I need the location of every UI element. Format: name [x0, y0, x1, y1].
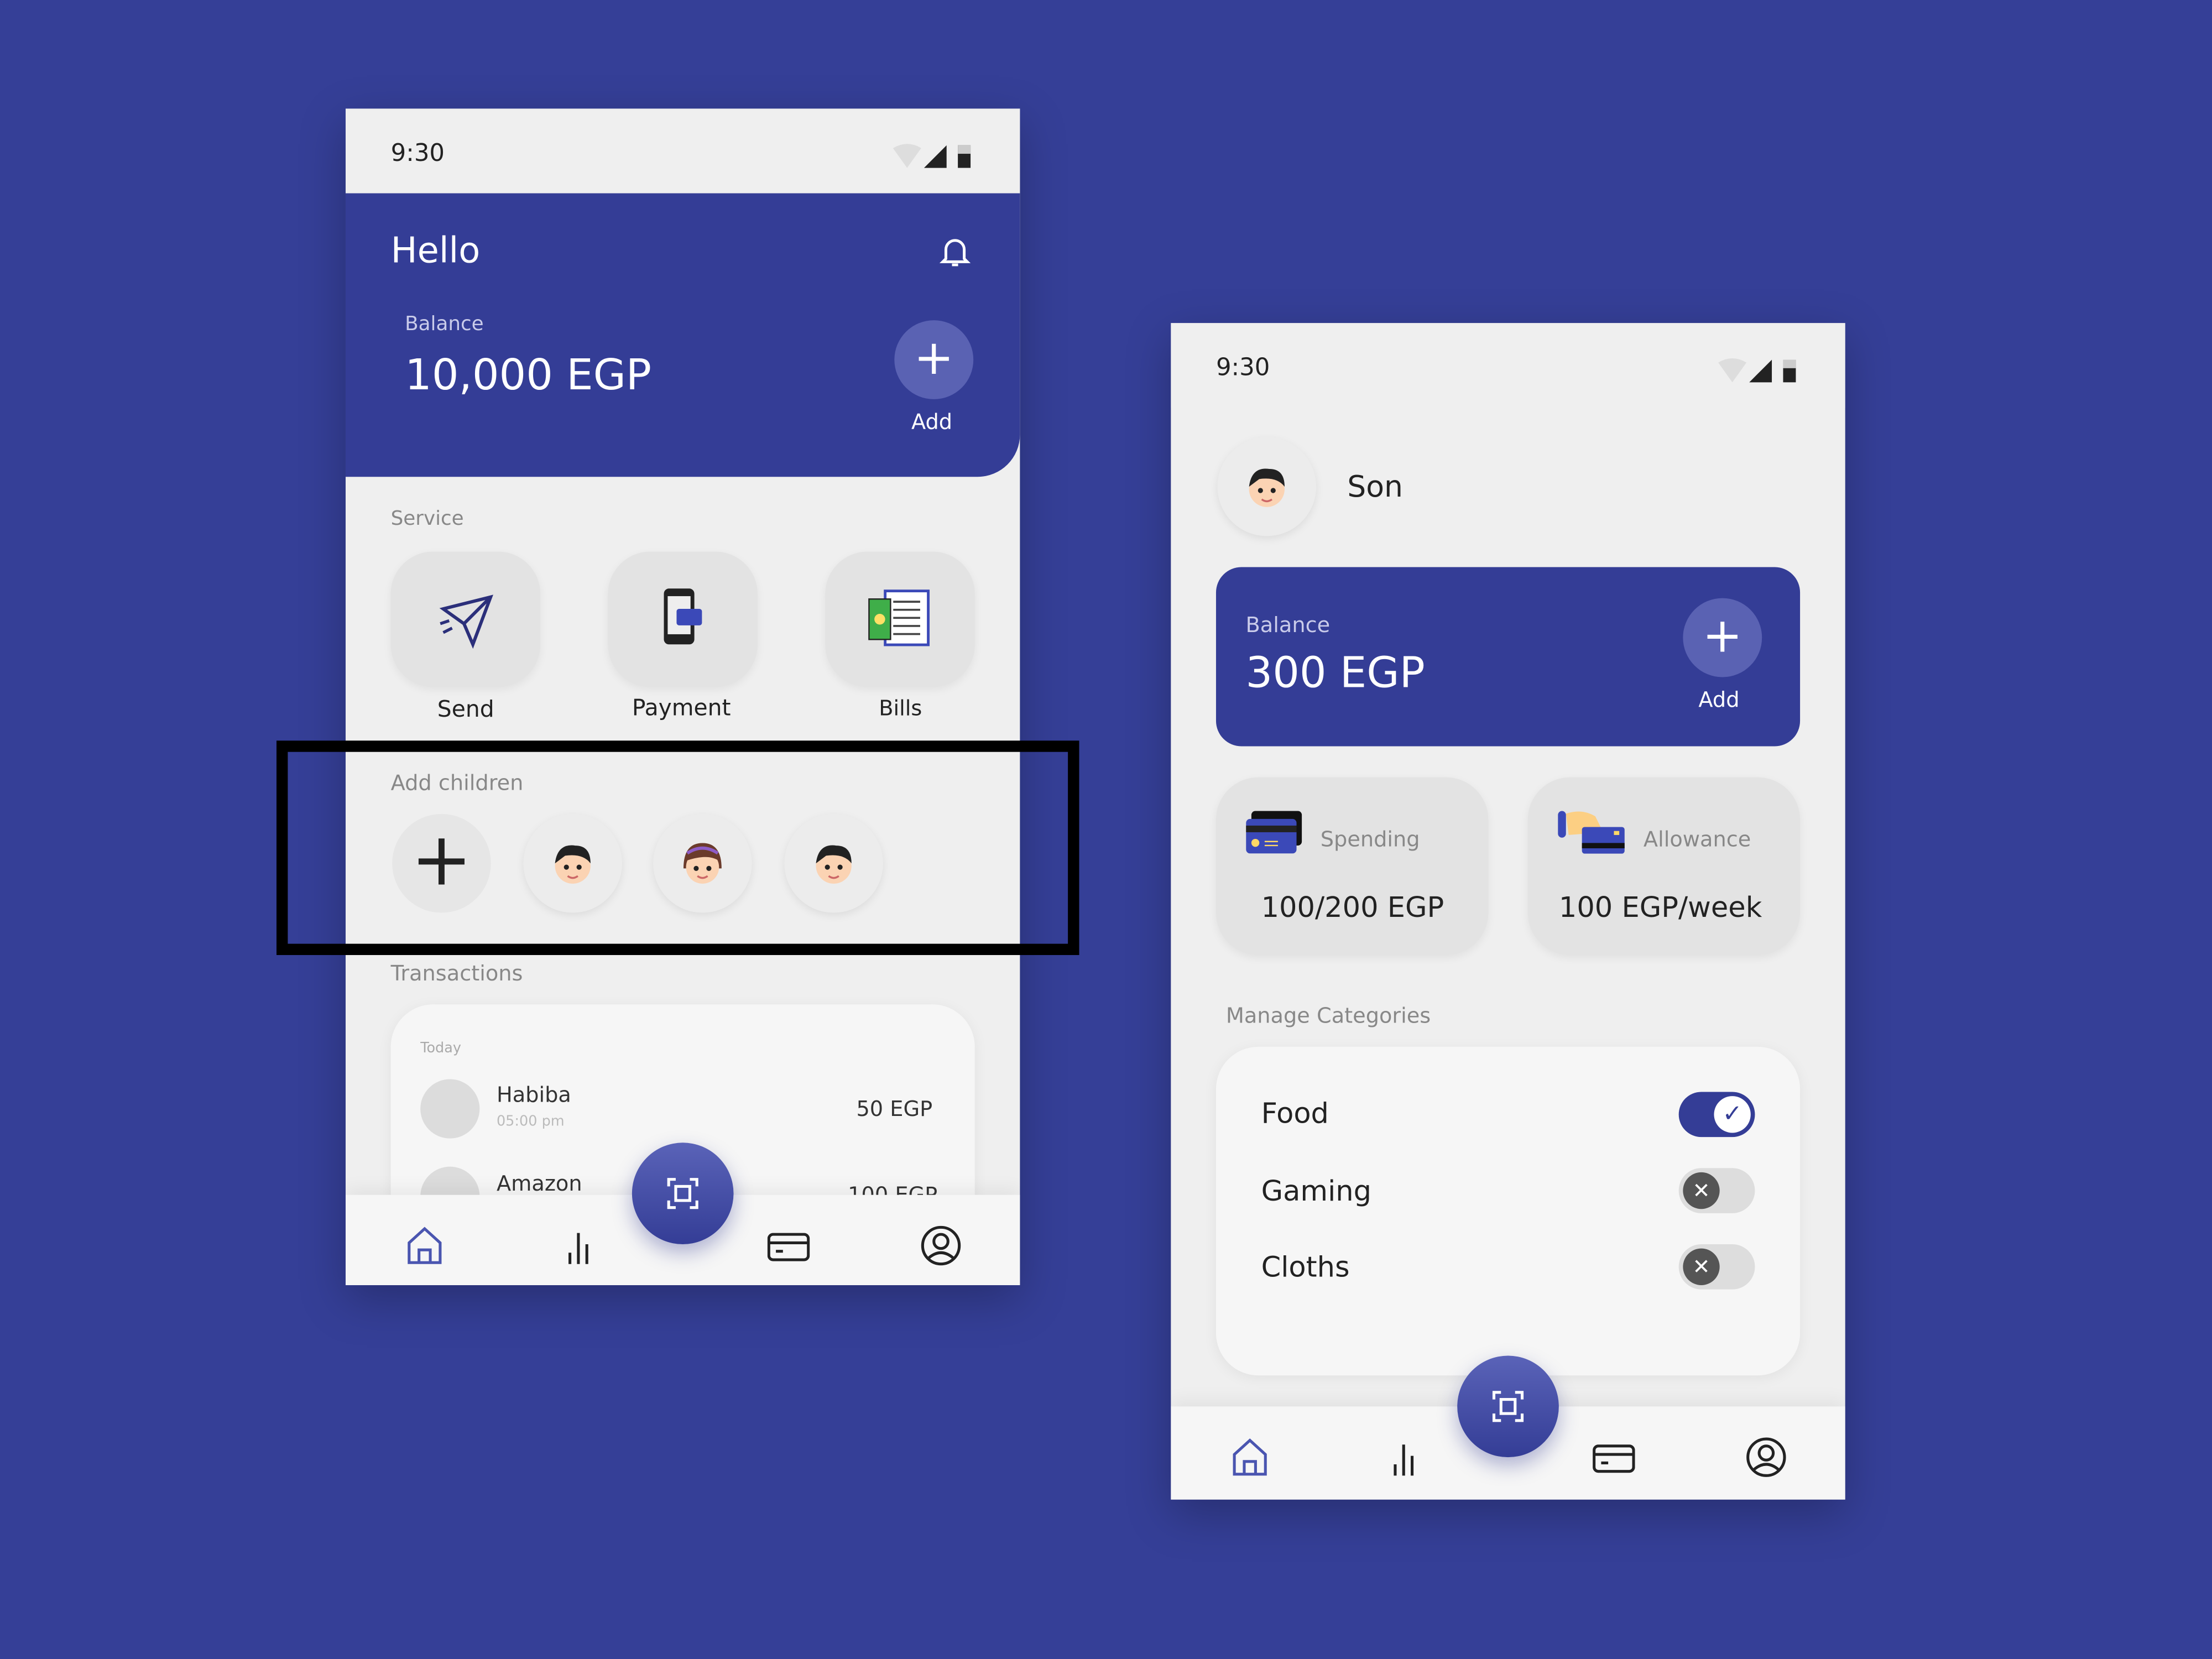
- allowance-value: 100 EGP/week: [1558, 890, 1762, 924]
- home-icon[interactable]: [404, 1224, 446, 1267]
- transaction-amount: 50 EGP: [856, 1096, 933, 1122]
- status-time: 9:30: [390, 139, 445, 168]
- gaming-toggle[interactable]: ✕: [1678, 1168, 1755, 1213]
- x-icon: ✕: [1683, 1248, 1720, 1285]
- transactions-title: Transactions: [390, 961, 523, 987]
- highlight-box: [276, 740, 1079, 956]
- card-icon[interactable]: [1593, 1436, 1635, 1479]
- scan-button[interactable]: [1457, 1355, 1559, 1458]
- x-icon: ✕: [1683, 1172, 1720, 1209]
- transaction-time: 05:00 pm: [496, 1114, 565, 1130]
- categories-card: Food ✓ Gaming ✕ Cloths ✕: [1215, 1046, 1801, 1376]
- add-balance-button[interactable]: +: [894, 320, 974, 399]
- bill-icon: [868, 589, 930, 646]
- bills-button[interactable]: [825, 551, 975, 687]
- category-cloths: Cloths: [1261, 1250, 1350, 1284]
- status-bar: 9:30: [1171, 323, 1845, 408]
- scan-icon: [667, 1178, 698, 1209]
- status-icons: [1718, 358, 1796, 383]
- balance-label: Balance: [1245, 612, 1331, 638]
- cloths-toggle[interactable]: ✕: [1678, 1244, 1755, 1290]
- transaction-avatar: [420, 1079, 480, 1139]
- paper-plane-icon: [439, 594, 493, 649]
- profile-name: Son: [1347, 469, 1403, 504]
- category-gaming: Gaming: [1261, 1173, 1372, 1208]
- transaction-name[interactable]: Habiba: [497, 1082, 571, 1108]
- scan-button[interactable]: [632, 1142, 734, 1244]
- phone-payment-icon: [664, 588, 702, 645]
- check-icon: ✓: [1714, 1096, 1751, 1133]
- spending-tile[interactable]: Spending 100/200 EGP: [1215, 777, 1489, 956]
- status-icons: [893, 144, 971, 168]
- status-bar: 9:30: [345, 108, 1020, 194]
- allowance-tile[interactable]: Allowance 100 EGP/week: [1527, 777, 1801, 956]
- profile-icon[interactable]: [920, 1224, 962, 1267]
- allowance-label: Allowance: [1643, 826, 1751, 852]
- add-label: Add: [911, 409, 953, 435]
- balance-value: 300 EGP: [1245, 649, 1425, 698]
- spending-value: 100/200 EGP: [1261, 890, 1444, 924]
- hand-card-icon: [1558, 811, 1625, 854]
- balance-header: Hello Balance 10,000 EGP + Add: [345, 193, 1020, 477]
- bell-icon[interactable]: [937, 233, 973, 269]
- food-toggle[interactable]: ✓: [1678, 1092, 1755, 1138]
- service-label-bills: Bills: [879, 695, 922, 721]
- profile-avatar[interactable]: [1217, 437, 1317, 536]
- child-balance-card: Balance 300 EGP + Add: [1215, 567, 1801, 747]
- stats-icon[interactable]: [1383, 1436, 1425, 1479]
- profile-icon[interactable]: [1745, 1436, 1788, 1479]
- parent-home-screen: 9:30 Hello Balance 10,000 EGP + Add Serv…: [345, 108, 1020, 1285]
- category-food: Food: [1261, 1096, 1329, 1130]
- transactions-group: Today: [420, 1041, 461, 1057]
- boy-avatar-icon: [1249, 468, 1285, 507]
- balance-value: 10,000 EGP: [405, 351, 652, 401]
- add-label: Add: [1698, 687, 1740, 713]
- service-label-send: Send: [437, 695, 494, 723]
- child-screen: 9:30 Son Balance 300 EGP + Add Spending …: [1171, 323, 1845, 1500]
- home-icon[interactable]: [1229, 1436, 1271, 1479]
- transaction-name[interactable]: Amazon: [497, 1171, 582, 1196]
- balance-label: Balance: [405, 313, 484, 336]
- spending-label: Spending: [1320, 826, 1420, 852]
- add-balance-button[interactable]: +: [1683, 598, 1762, 677]
- scan-icon: [1492, 1391, 1524, 1422]
- service-title: Service: [390, 508, 464, 531]
- stats-icon[interactable]: [557, 1224, 600, 1267]
- service-label-payment: Payment: [632, 694, 731, 721]
- payment-button[interactable]: [608, 551, 758, 687]
- card-icon[interactable]: [767, 1224, 810, 1267]
- categories-title: Manage Categories: [1225, 1003, 1431, 1029]
- card-icon: [1246, 811, 1302, 854]
- send-button[interactable]: [390, 551, 541, 687]
- status-time: 9:30: [1215, 354, 1270, 383]
- greeting: Hello: [390, 229, 481, 271]
